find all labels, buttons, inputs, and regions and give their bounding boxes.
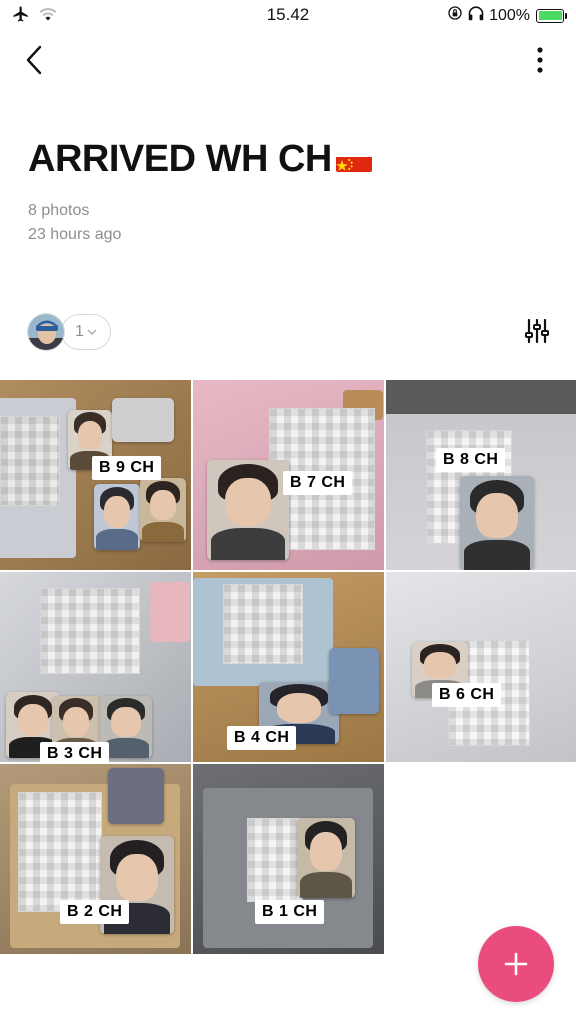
photo-label: B 4 CH bbox=[227, 726, 297, 750]
photo-tile[interactable]: B 3 CH bbox=[0, 572, 191, 762]
avatar[interactable] bbox=[27, 313, 65, 351]
chevron-down-icon bbox=[87, 329, 97, 335]
back-button[interactable] bbox=[18, 42, 50, 78]
photo-tile[interactable]: B 1 CH bbox=[193, 764, 384, 954]
photo-tile[interactable]: B 6 CH bbox=[386, 572, 576, 762]
photo-tile[interactable]: B 7 CH bbox=[193, 380, 384, 570]
photo-label: B 2 CH bbox=[60, 900, 130, 924]
photo-label: B 9 CH bbox=[92, 456, 162, 480]
more-vertical-icon bbox=[537, 47, 543, 73]
photo-tile[interactable]: B 9 CH bbox=[0, 380, 191, 570]
rotation-lock-icon bbox=[447, 5, 463, 26]
photo-tile[interactable]: B 2 CH bbox=[0, 764, 191, 954]
plus-icon bbox=[504, 952, 528, 976]
filter-button[interactable] bbox=[522, 316, 552, 346]
photo-tile[interactable]: B 4 CH bbox=[193, 572, 384, 762]
photo-label: B 1 CH bbox=[255, 900, 325, 924]
photo-label: B 7 CH bbox=[283, 471, 353, 495]
headphones-icon bbox=[467, 5, 485, 26]
collaborators-count: 1 bbox=[75, 323, 84, 340]
photo-grid: B 9 CH B 7 CH B 8 CH B 3 CH B 4 CH B 6 C… bbox=[0, 380, 576, 954]
add-photo-button[interactable] bbox=[478, 926, 554, 1002]
photo-label: B 6 CH bbox=[432, 683, 502, 707]
updated-time: 23 hours ago bbox=[28, 226, 122, 243]
album-title-text: ARRIVED WH CH bbox=[28, 138, 332, 180]
collaborators-row: 1 bbox=[27, 312, 111, 352]
photo-label: B 3 CH bbox=[40, 742, 110, 762]
sliders-icon bbox=[525, 318, 549, 344]
battery-percent: 100% bbox=[489, 6, 530, 24]
china-flag-icon bbox=[335, 148, 372, 172]
navigation-bar bbox=[0, 38, 576, 82]
photo-count: 8 photos bbox=[28, 202, 90, 219]
photo-tile[interactable]: B 8 CH bbox=[386, 380, 576, 570]
album-title: ARRIVED WH CH bbox=[28, 138, 372, 181]
status-bar: 15.42 100% bbox=[0, 0, 576, 30]
chevron-left-icon bbox=[26, 45, 42, 75]
battery-icon bbox=[536, 8, 567, 23]
photo-label: B 8 CH bbox=[436, 448, 506, 472]
collaborators-count-button[interactable]: 1 bbox=[61, 314, 111, 350]
more-options-button[interactable] bbox=[524, 42, 556, 78]
